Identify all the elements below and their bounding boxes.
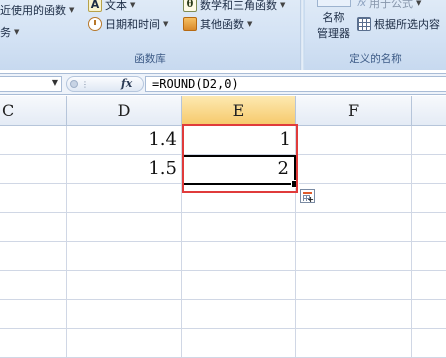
insert-function-label: fx bbox=[121, 77, 133, 90]
name-box[interactable]: ▼ bbox=[0, 76, 62, 92]
cell-e5[interactable] bbox=[182, 213, 296, 242]
more-functions-button[interactable]: 其他函数 ▼ bbox=[183, 16, 252, 32]
text-icon: A bbox=[88, 0, 102, 12]
clock-icon bbox=[88, 17, 102, 31]
formula-input[interactable]: =ROUND(D2,0) bbox=[145, 76, 446, 92]
create-from-selection-label: 根据所选内容 bbox=[374, 18, 440, 31]
cell-f6[interactable] bbox=[296, 242, 412, 271]
dropdown-arrow-icon: ▼ bbox=[416, 0, 422, 7]
auto-fill-options-button[interactable]: + bbox=[300, 189, 315, 204]
cell-e6[interactable] bbox=[182, 242, 296, 271]
cell-g8[interactable] bbox=[412, 300, 446, 329]
cell-f7[interactable] bbox=[296, 271, 412, 300]
cell-f5[interactable] bbox=[296, 213, 412, 242]
splitter-handle-icon[interactable] bbox=[70, 80, 78, 88]
cell-c4[interactable] bbox=[0, 184, 67, 213]
cell-e7[interactable] bbox=[182, 271, 296, 300]
name-box-dropdown-icon[interactable]: ▼ bbox=[52, 78, 58, 87]
column-header-c[interactable]: C bbox=[0, 96, 67, 126]
use-in-formula-button[interactable]: 𝑓x 用于公式 ▼ bbox=[357, 0, 421, 11]
defined-names-label: 定义的名称 bbox=[349, 53, 402, 65]
insert-function-button[interactable]: fx bbox=[121, 77, 132, 90]
autofill-bar-icon bbox=[303, 192, 312, 194]
cell-d2[interactable]: 1.4 bbox=[67, 126, 182, 155]
use-in-formula-icon: 𝑓x bbox=[357, 0, 367, 9]
math-trig-button[interactable]: θ 数学和三角函数 ▼ bbox=[183, 0, 285, 13]
dropdown-arrow-icon: ▼ bbox=[14, 28, 20, 36]
more-functions-icon bbox=[183, 17, 197, 31]
date-time-label: 日期和时间 bbox=[105, 18, 160, 31]
highlight-box bbox=[182, 124, 298, 193]
cell-g6[interactable] bbox=[412, 242, 446, 271]
cell-d3[interactable]: 1.5 bbox=[67, 155, 182, 184]
formula-bar-controls: ⋮ bbox=[66, 76, 144, 92]
dropdown-arrow-icon: ▼ bbox=[163, 20, 169, 28]
cell-d9[interactable] bbox=[67, 329, 182, 358]
function-library-label: 函数库 bbox=[134, 53, 166, 65]
cell-c9[interactable] bbox=[0, 329, 67, 358]
cell-c6[interactable] bbox=[0, 242, 67, 271]
cell-d6[interactable] bbox=[67, 242, 182, 271]
column-header-g[interactable] bbox=[412, 96, 446, 126]
name-manager-label-line2: 管理器 bbox=[317, 27, 350, 40]
financial-label: 务 bbox=[0, 26, 11, 39]
cell-g9[interactable] bbox=[412, 329, 446, 358]
cell-f8[interactable] bbox=[296, 300, 412, 329]
cell-f3[interactable] bbox=[296, 155, 412, 184]
cell-g3[interactable] bbox=[412, 155, 446, 184]
math-trig-label: 数学和三角函数 bbox=[200, 0, 277, 12]
recent-functions-button[interactable]: 近使用的函数 ▼ bbox=[0, 2, 74, 18]
name-manager-label-line1: 名称 bbox=[322, 11, 345, 24]
cell-g5[interactable] bbox=[412, 213, 446, 242]
dropdown-arrow-icon: ▼ bbox=[247, 20, 253, 28]
formula-bar: ▼ ⋮ fx =ROUND(D2,0) bbox=[0, 73, 446, 95]
date-time-button[interactable]: 日期和时间 ▼ bbox=[88, 16, 168, 32]
cell-f9[interactable] bbox=[296, 329, 412, 358]
use-in-formula-label: 用于公式 bbox=[369, 0, 414, 10]
function-library-group: 近使用的函数 ▼ 务 ▼ A 文本 ▼ 日期和时间 ▼ θ 数学和三角函数 ▼ 其他函数 ▼ 函… bbox=[0, 0, 300, 70]
dropdown-arrow-icon: ▼ bbox=[130, 1, 136, 9]
cell-g7[interactable] bbox=[412, 271, 446, 300]
drag-dots-icon: ⋮ bbox=[81, 80, 89, 89]
cell-d8[interactable] bbox=[67, 300, 182, 329]
more-functions-label: 其他函数 bbox=[200, 18, 244, 31]
name-manager-button[interactable]: 名称 管理器 bbox=[317, 10, 350, 42]
recent-functions-label: 近使用的函数 bbox=[0, 4, 66, 17]
text-label: 文本 bbox=[105, 0, 127, 12]
dropdown-arrow-icon: ▼ bbox=[280, 1, 286, 9]
cell-d7[interactable] bbox=[67, 271, 182, 300]
column-header-d[interactable]: D bbox=[67, 96, 182, 126]
cell-c5[interactable] bbox=[0, 213, 67, 242]
create-from-selection-button[interactable]: 根据所选内容 bbox=[357, 16, 440, 32]
cell-e9[interactable] bbox=[182, 329, 296, 358]
cell-c7[interactable] bbox=[0, 271, 67, 300]
create-from-selection-icon bbox=[357, 17, 371, 31]
cell-e8[interactable] bbox=[182, 300, 296, 329]
theta-icon: θ bbox=[183, 0, 197, 12]
text-button[interactable]: A 文本 ▼ bbox=[88, 0, 135, 13]
financial-button[interactable]: 务 ▼ bbox=[0, 24, 19, 40]
cell-d5[interactable] bbox=[67, 213, 182, 242]
cell-c3[interactable] bbox=[0, 155, 67, 184]
name-manager-icon bbox=[317, 0, 351, 7]
cell-g2[interactable] bbox=[412, 126, 446, 155]
cell-f2[interactable] bbox=[296, 126, 412, 155]
cell-c8[interactable] bbox=[0, 300, 67, 329]
ribbon: 近使用的函数 ▼ 务 ▼ A 文本 ▼ 日期和时间 ▼ θ 数学和三角函数 ▼ 其他函数 ▼ 函… bbox=[0, 0, 446, 70]
defined-names-group: 名称 管理器 𝑓x 用于公式 ▼ 根据所选内容 定义的名称 bbox=[305, 0, 446, 70]
dropdown-arrow-icon: ▼ bbox=[69, 6, 75, 14]
autofill-plus-icon: + bbox=[307, 195, 314, 204]
column-header-f[interactable]: F bbox=[296, 96, 412, 126]
cell-d4[interactable] bbox=[67, 184, 182, 213]
column-header-e[interactable]: E bbox=[182, 96, 296, 126]
cell-c2[interactable] bbox=[0, 126, 67, 155]
cell-g4[interactable] bbox=[412, 184, 446, 213]
